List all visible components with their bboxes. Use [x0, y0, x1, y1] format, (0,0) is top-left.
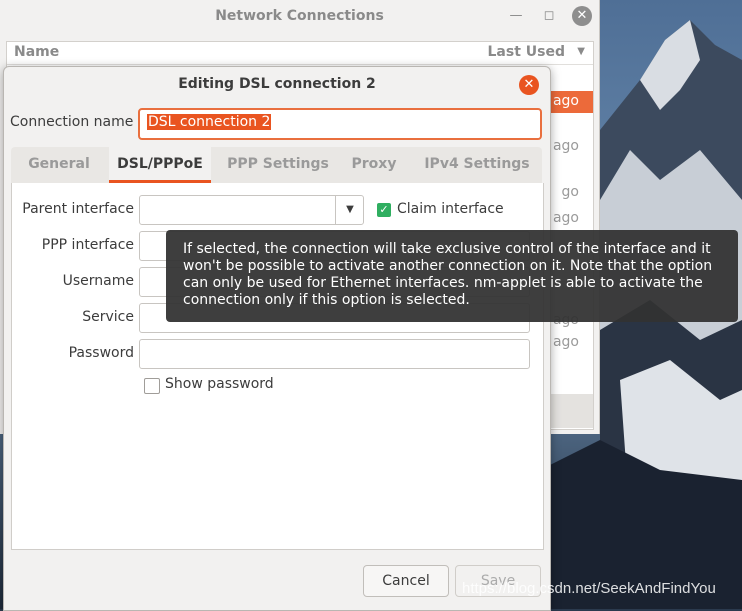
tab-ppp-settings[interactable]: PPP Settings — [225, 147, 331, 183]
minimize-icon[interactable]: — — [507, 7, 525, 25]
sort-down-icon: ▼ — [577, 46, 585, 57]
show-password-label[interactable]: Show password — [165, 376, 274, 392]
watermark-text: https://blog.csdn.net/SeekAndFindYou — [462, 580, 716, 597]
dropdown-arrow-icon[interactable]: ▼ — [335, 196, 364, 224]
column-name-header[interactable]: Name — [14, 44, 59, 60]
last-used-text: ago — [552, 334, 579, 350]
connection-name-input[interactable]: DSL connection 2 — [138, 108, 542, 140]
list-toolbar — [547, 394, 593, 428]
tab-proxy[interactable]: Proxy — [347, 147, 401, 183]
last-used-text: go — [561, 184, 579, 200]
column-last-used-header[interactable]: Last Used — [488, 44, 566, 60]
close-icon[interactable]: ✕ — [572, 6, 592, 26]
tab-ipv4-settings[interactable]: IPv4 Settings — [421, 147, 533, 183]
maximize-icon[interactable]: ◻ — [540, 7, 558, 25]
show-password-checkbox[interactable] — [144, 378, 160, 394]
service-label: Service — [82, 309, 134, 325]
dialog-title: Editing DSL connection 2 — [178, 76, 376, 92]
list-header: Name Last Used ▼ — [7, 42, 593, 65]
tab-bar: General DSL/PPPoE PPP Settings Proxy IPv… — [11, 147, 542, 184]
cancel-button[interactable]: Cancel — [363, 565, 449, 597]
parent-interface-label: Parent interface — [22, 201, 134, 217]
tab-dsl-pppoe[interactable]: DSL/PPPoE — [109, 147, 211, 183]
password-label: Password — [68, 345, 134, 361]
tab-general[interactable]: General — [21, 147, 97, 183]
claim-interface-label[interactable]: Claim interface — [397, 201, 504, 217]
parent-interface-combo[interactable]: ▼ — [139, 195, 364, 225]
ppp-interface-label: PPP interface — [41, 237, 134, 253]
claim-interface-tooltip: If selected, the connection will take ex… — [166, 230, 738, 322]
connection-name-label: Connection name — [10, 114, 134, 130]
close-icon[interactable]: ✕ — [519, 75, 539, 95]
edit-connection-dialog: Editing DSL connection 2 ✕ Connection na… — [3, 66, 551, 611]
last-used-text: ago — [552, 210, 579, 226]
claim-interface-checkbox[interactable]: ✓ — [377, 203, 391, 217]
password-input[interactable] — [139, 339, 530, 369]
connection-name-value: DSL connection 2 — [147, 114, 272, 130]
username-label: Username — [62, 273, 134, 289]
